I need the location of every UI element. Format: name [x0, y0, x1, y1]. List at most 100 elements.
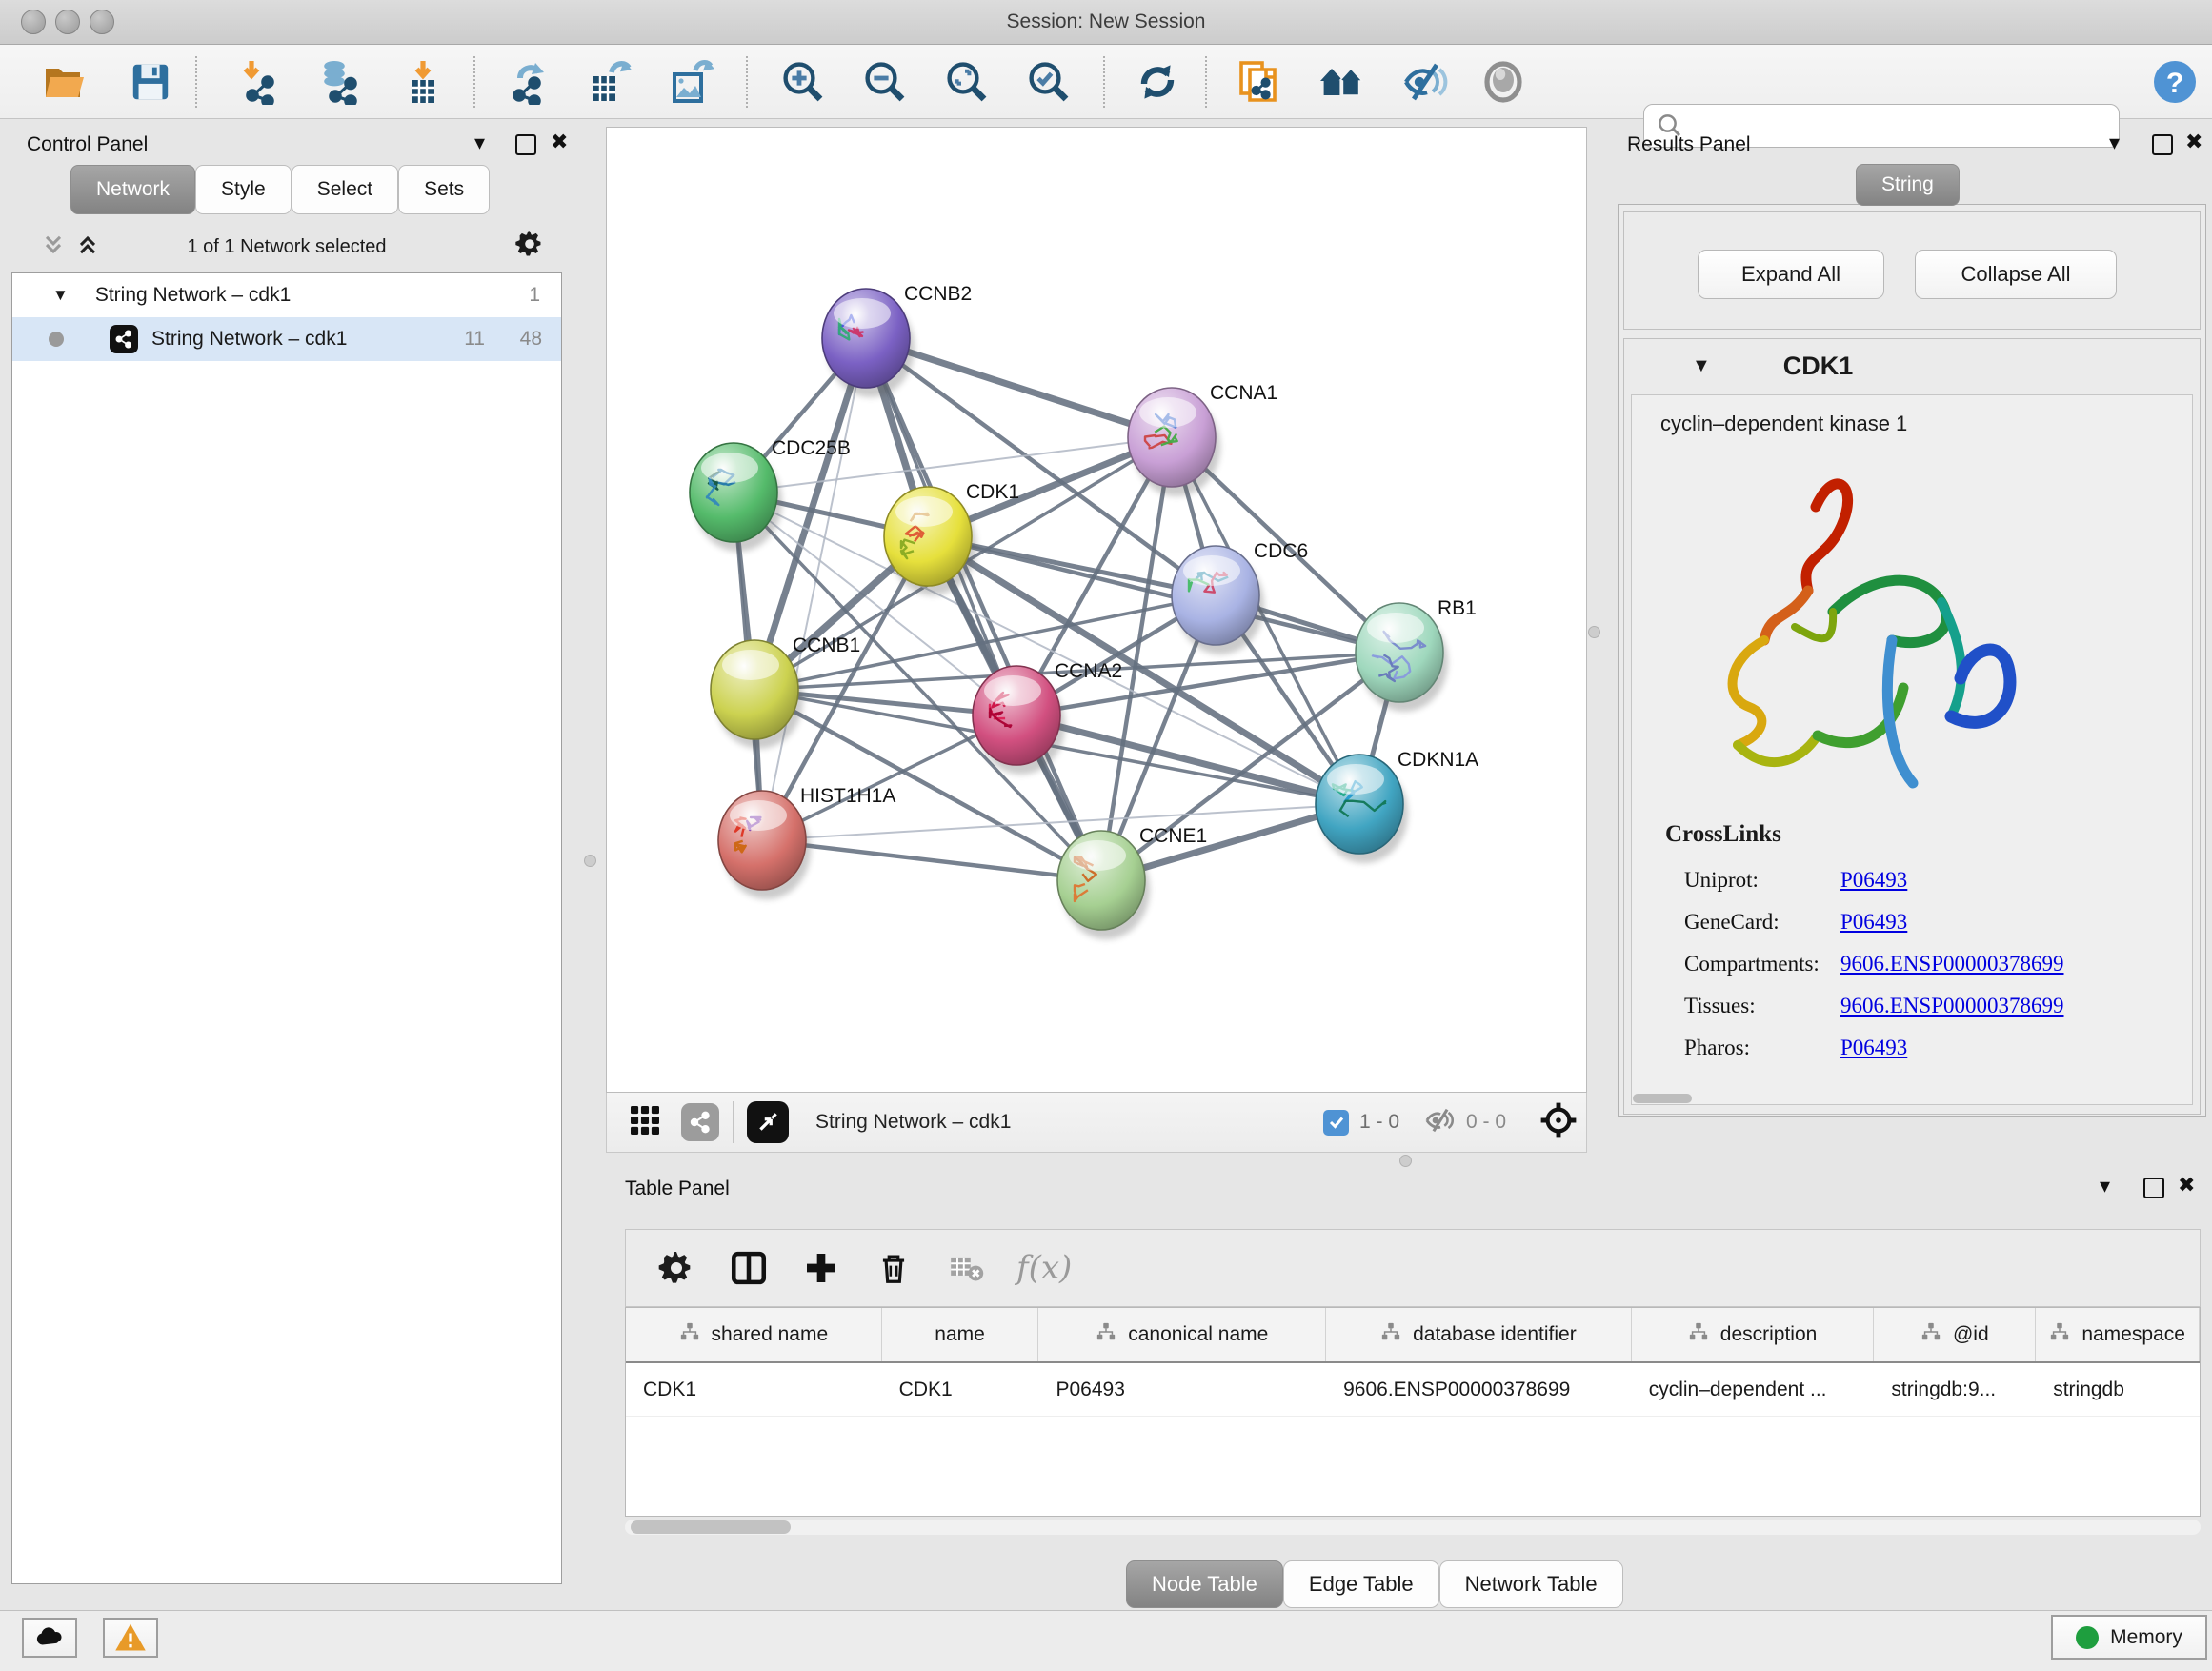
refresh-icon[interactable] — [1134, 58, 1181, 106]
edge-CCNB2-CCNE1[interactable] — [866, 338, 1101, 880]
crosslink-value[interactable]: 9606.ENSP00000378699 — [1840, 994, 2064, 1018]
collection-expand-arrow-icon[interactable]: ▼ — [52, 286, 69, 305]
column-header-databaseidentifier[interactable]: database identifier — [1326, 1308, 1632, 1361]
node-HIST1H1A[interactable]: HIST1H1A — [718, 785, 895, 899]
column-header-name[interactable]: name — [882, 1308, 1039, 1361]
left-splitter-grip[interactable] — [584, 855, 596, 867]
memory-button[interactable]: Memory — [2051, 1615, 2207, 1660]
save-session-icon[interactable] — [127, 58, 174, 106]
zoom-fit-icon[interactable] — [943, 58, 991, 106]
export-network-icon[interactable] — [506, 58, 553, 106]
table-cell[interactable]: 9606.ENSP00000378699 — [1326, 1363, 1632, 1416]
crosslink-value[interactable]: P06493 — [1840, 910, 1907, 935]
edge-CDKN1A-HIST1H1A[interactable] — [762, 804, 1359, 840]
cloud-status-button[interactable] — [22, 1618, 77, 1658]
expand-all-button[interactable]: Expand All — [1698, 250, 1884, 299]
warning-status-button[interactable] — [103, 1618, 158, 1658]
crosslink-value[interactable]: 9606.ENSP00000378699 — [1840, 952, 2064, 976]
zoom-selected-icon[interactable] — [1025, 58, 1073, 106]
tab-select[interactable]: Select — [292, 165, 398, 214]
results-hscroll-thumb[interactable] — [1633, 1094, 1692, 1103]
node-CDC6[interactable]: CDC6 — [1172, 540, 1308, 654]
column-header-description[interactable]: description — [1632, 1308, 1875, 1361]
edge-CDK1-RB1[interactable] — [928, 536, 1399, 653]
edge-HIST1H1A-CCNE1[interactable] — [762, 840, 1101, 880]
table-cell[interactable]: stringdb:9... — [1874, 1363, 2036, 1416]
node-table[interactable]: shared namenamecanonical namedatabase id… — [625, 1307, 2201, 1517]
grid-view-icon[interactable] — [628, 1103, 662, 1142]
table-panel-float-icon[interactable] — [2143, 1178, 2164, 1203]
zoom-in-icon[interactable] — [779, 58, 827, 106]
import-table-file-icon[interactable] — [399, 58, 447, 106]
selected-checkbox-icon[interactable] — [1323, 1110, 1349, 1136]
show-columns-icon[interactable] — [727, 1246, 771, 1290]
export-table-icon[interactable] — [586, 58, 633, 106]
tab-sets[interactable]: Sets — [398, 165, 490, 214]
edge-CCNB2-HIST1H1A[interactable] — [762, 338, 866, 840]
table-row[interactable]: CDK1CDK1P064939606.ENSP00000378699cyclin… — [626, 1363, 2200, 1417]
crosslink-value[interactable]: P06493 — [1840, 1036, 1907, 1060]
tab-string[interactable]: String — [1856, 164, 1960, 206]
column-header-id[interactable]: @id — [1874, 1308, 2036, 1361]
show-nodes-icon[interactable] — [1479, 58, 1527, 106]
column-header-namespace[interactable]: namespace — [2036, 1308, 2200, 1361]
network-collection-row[interactable]: ▼ String Network – cdk1 1 — [12, 273, 561, 317]
table-cell[interactable]: P06493 — [1038, 1363, 1326, 1416]
string-home-icon[interactable] — [1317, 58, 1365, 106]
crosslink-value[interactable]: P06493 — [1840, 868, 1907, 893]
results-panel-menu-arrow[interactable]: ▾ — [2109, 132, 2120, 153]
string-view-icon[interactable] — [681, 1103, 719, 1141]
table-panel-menu-arrow[interactable]: ▾ — [2100, 1176, 2110, 1197]
center-view-crosshair-icon[interactable] — [1538, 1100, 1579, 1145]
column-header-sharedname[interactable]: shared name — [626, 1308, 882, 1361]
import-network-database-icon[interactable] — [316, 58, 364, 106]
node-RB1[interactable]: RB1 — [1356, 597, 1477, 712]
zoom-out-icon[interactable] — [861, 58, 909, 106]
hide-nodes-icon[interactable] — [1401, 58, 1449, 106]
help-icon[interactable]: ? — [2151, 58, 2199, 106]
table-panel-close-icon[interactable]: ✖ — [2178, 1175, 2195, 1196]
tab-edge-table[interactable]: Edge Table — [1283, 1560, 1439, 1608]
entry-collapse-arrow-icon[interactable]: ▼ — [1692, 355, 1711, 377]
network-canvas[interactable]: CCNB2CCNA1CDC25BCDK1CDC6RB1CCNB1CCNA2CDK… — [606, 127, 1587, 1093]
node-CDC25B[interactable]: CDC25B — [690, 437, 851, 552]
delete-column-icon[interactable] — [872, 1246, 915, 1290]
node-CCNE1[interactable]: CCNE1 — [1057, 825, 1207, 939]
node-CCNB2[interactable]: CCNB2 — [822, 283, 972, 397]
node-CDKN1A[interactable]: CDKN1A — [1316, 749, 1478, 863]
control-panel-float-icon[interactable] — [515, 134, 536, 160]
bottom-splitter-grip[interactable] — [1399, 1155, 1412, 1167]
string-import-icon[interactable] — [1236, 58, 1283, 106]
add-column-icon[interactable] — [799, 1246, 843, 1290]
table-cell[interactable]: cyclin–dependent ... — [1632, 1363, 1875, 1416]
network-options-gear-icon[interactable] — [514, 229, 545, 266]
tab-style[interactable]: Style — [195, 165, 292, 214]
node-CCNB1[interactable]: CCNB1 — [711, 634, 860, 749]
tab-network[interactable]: Network — [70, 165, 195, 214]
tab-network-table[interactable]: Network Table — [1439, 1560, 1623, 1608]
table-cell[interactable]: stringdb — [2036, 1363, 2200, 1416]
hidden-eye-slash-icon[interactable] — [1424, 1104, 1457, 1141]
export-image-icon[interactable] — [668, 58, 715, 106]
control-panel-menu-arrow[interactable]: ▾ — [474, 132, 485, 153]
node-CCNA1[interactable]: CCNA1 — [1128, 382, 1277, 496]
node-CCNA2[interactable]: CCNA2 — [973, 660, 1122, 775]
table-hscrollbar[interactable] — [625, 1520, 2201, 1535]
network-row[interactable]: String Network – cdk1 11 48 — [12, 317, 561, 361]
right-splitter-grip[interactable] — [1588, 626, 1600, 638]
table-settings-gear-icon[interactable] — [654, 1246, 698, 1290]
control-panel-close-icon[interactable]: ✖ — [551, 131, 568, 152]
column-header-canonicalname[interactable]: canonical name — [1038, 1308, 1326, 1361]
table-cell[interactable]: CDK1 — [626, 1363, 882, 1416]
results-panel-close-icon[interactable]: ✖ — [2185, 131, 2202, 152]
string-network-graph[interactable]: CCNB2CCNA1CDC25BCDK1CDC6RB1CCNB1CCNA2CDK… — [607, 128, 1586, 1092]
collapse-all-button[interactable]: Collapse All — [1915, 250, 2117, 299]
tab-node-table[interactable]: Node Table — [1126, 1560, 1283, 1608]
open-session-icon[interactable] — [41, 58, 89, 106]
results-panel-float-icon[interactable] — [2152, 134, 2173, 160]
cdk1-entry-header[interactable]: ▼ CDK1 — [1623, 338, 2201, 393]
table-hscroll-thumb[interactable] — [631, 1520, 791, 1534]
import-network-file-icon[interactable] — [235, 58, 283, 106]
table-cell[interactable]: CDK1 — [882, 1363, 1039, 1416]
birdseye-view-icon[interactable] — [747, 1101, 789, 1143]
